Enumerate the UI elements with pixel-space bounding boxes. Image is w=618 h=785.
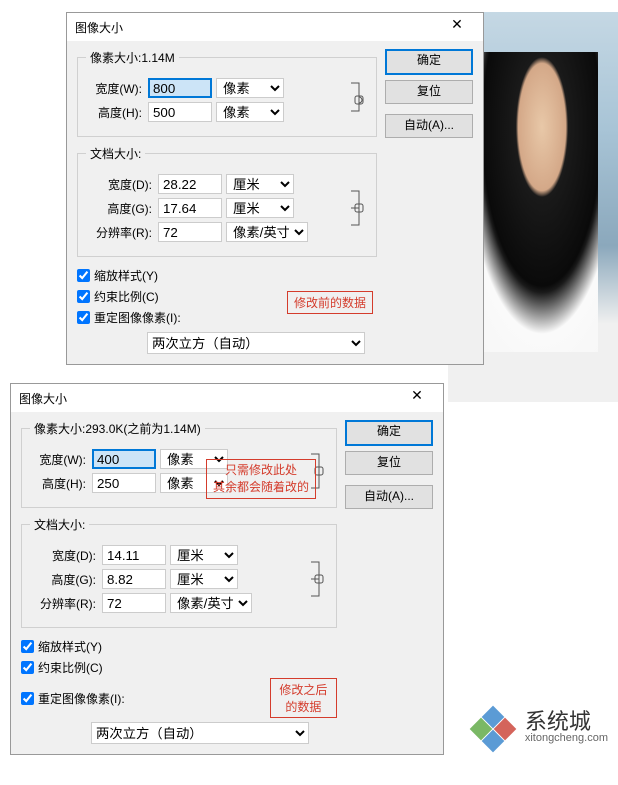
logo-url: xitongcheng.com [525,733,608,744]
watermark-logo: 系统城 xitongcheng.com [467,707,608,747]
document-size-legend: 文档大小: [86,145,145,162]
width-label: 宽度(W): [86,80,142,97]
close-icon[interactable]: ✕ [399,387,435,409]
doc-height-unit-select[interactable]: 厘米 [226,198,294,218]
width-unit-select[interactable]: 像素 [216,78,284,98]
height-input[interactable] [92,473,156,493]
link-icon [308,541,328,617]
pixel-dimensions-legend: 像素大小:1.14M [86,49,179,66]
link-icon [348,170,368,246]
image-size-dialog-after: 图像大小 ✕ 像素大小:293.0K(之前为1.14M) 宽度(W): 像素 高… [10,383,444,755]
checkboxes-area: 缩放样式(Y) 约束比例(C) 重定图像像素(I): 修改之后的数据 [21,636,337,718]
resample-image-checkbox[interactable]: 重定图像像素(I): [21,690,222,707]
resolution-unit-select[interactable]: 像素/英寸 [226,222,308,242]
width-input[interactable] [92,449,156,469]
resolution-label: 分辨率(R): [30,595,96,612]
resample-method-select[interactable]: 两次立方（自动） [147,332,365,354]
resolution-label: 分辨率(R): [86,224,152,241]
reset-button[interactable]: 复位 [345,451,433,475]
doc-width-input[interactable] [158,174,222,194]
doc-width-unit-select[interactable]: 厘米 [226,174,294,194]
document-size-group: 文档大小: 宽度(D): 厘米 高度(G): 厘米 [77,145,377,257]
titlebar: 图像大小 ✕ [67,13,483,41]
doc-width-label: 宽度(D): [86,176,152,193]
annotation-before: 修改前的数据 [287,291,373,314]
doc-height-label: 高度(G): [86,200,152,217]
annotation-after: 修改之后的数据 [270,678,337,718]
doc-width-unit-select[interactable]: 厘米 [170,545,238,565]
link-icon [348,74,368,126]
auto-button[interactable]: 自动(A)... [345,485,433,509]
doc-height-input[interactable] [102,569,166,589]
logo-name: 系统城 [525,711,608,733]
resample-method-select[interactable]: 两次立方（自动） [91,722,309,744]
logo-icon [467,707,517,747]
pixel-dimensions-group: 像素大小:1.14M 宽度(W): 像素 高度(H): 像素 [77,49,377,137]
resolution-input[interactable] [158,222,222,242]
dialog-title: 图像大小 [19,390,399,407]
height-unit-select[interactable]: 像素 [216,102,284,122]
ok-button[interactable]: 确定 [385,49,473,75]
document-size-group: 文档大小: 宽度(D): 厘米 高度(G): 厘米 [21,516,337,628]
close-icon[interactable]: ✕ [439,16,475,38]
doc-width-label: 宽度(D): [30,547,96,564]
height-label: 高度(H): [86,104,142,121]
height-input[interactable] [148,102,212,122]
width-input[interactable] [148,78,212,98]
width-label: 宽度(W): [30,451,86,468]
reset-button[interactable]: 复位 [385,80,473,104]
constrain-proportions-checkbox[interactable]: 约束比例(C) [21,659,337,676]
doc-height-label: 高度(G): [30,571,96,588]
auto-button[interactable]: 自动(A)... [385,114,473,138]
doc-height-unit-select[interactable]: 厘米 [170,569,238,589]
resolution-unit-select[interactable]: 像素/英寸 [170,593,252,613]
document-size-legend: 文档大小: [30,516,89,533]
titlebar: 图像大小 ✕ [11,384,443,412]
annotation-only-change: 只需修改此处 其余都会随着改的 [206,459,316,499]
doc-height-input[interactable] [158,198,222,218]
dialog-title: 图像大小 [75,19,439,36]
ok-button[interactable]: 确定 [345,420,433,446]
scale-styles-checkbox[interactable]: 缩放样式(Y) [21,638,337,655]
height-label: 高度(H): [30,475,86,492]
pixel-dimensions-legend: 像素大小:293.0K(之前为1.14M) [30,420,205,437]
doc-width-input[interactable] [102,545,166,565]
scale-styles-checkbox[interactable]: 缩放样式(Y) [77,267,377,284]
image-size-dialog-before: 图像大小 ✕ 像素大小:1.14M 宽度(W): 像素 高度(H): [66,12,484,365]
resolution-input[interactable] [102,593,166,613]
